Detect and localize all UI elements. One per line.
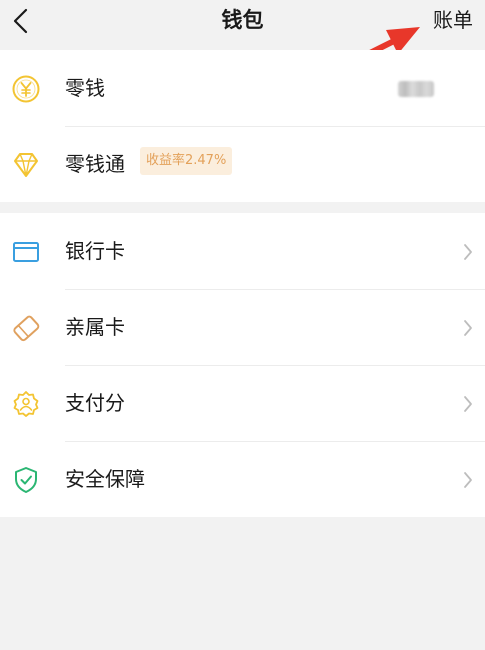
wallet-row-lingqiantong[interactable]: 零钱通: [0, 126, 485, 248]
family-card-label: 亲属卡: [65, 315, 125, 339]
pay-score-icon: [13, 391, 39, 417]
wallet-row-change[interactable]: 零钱: [0, 50, 485, 126]
diamond-icon: [14, 153, 38, 177]
lingqiantong-label: 零钱通: [65, 152, 125, 176]
list-item-bank-card[interactable]: 银行卡: [0, 213, 485, 289]
list-item-security[interactable]: 安全保障: [0, 441, 485, 517]
cards-services-section: 银行卡 亲属卡 支付分 安全保障: [0, 213, 485, 517]
change-label: 零钱: [65, 76, 105, 100]
list-item-pay-score[interactable]: 支付分: [0, 365, 485, 441]
blurred-balance: [398, 81, 434, 97]
chevron-right-icon: [464, 244, 472, 260]
yield-rate-badge: 收益率2.47%: [140, 147, 233, 175]
yuan-coin-icon: [12, 75, 40, 103]
top-nav-bar: 钱包 账单: [0, 0, 485, 48]
chevron-right-icon: [464, 396, 472, 412]
shield-check-icon: [15, 467, 37, 493]
bank-card-icon: [13, 242, 39, 262]
chevron-right-icon: [464, 472, 472, 488]
bank-card-label: 银行卡: [65, 239, 125, 263]
security-label: 安全保障: [65, 467, 145, 491]
page-title: 钱包: [221, 8, 264, 32]
bill-button[interactable]: 账单: [433, 5, 473, 35]
wallet-balance-section: 零钱 零钱通: [0, 50, 485, 248]
list-item-family-card[interactable]: 亲属卡: [0, 289, 485, 365]
chevron-right-icon: [464, 320, 472, 336]
pay-score-label: 支付分: [65, 391, 125, 415]
family-card-icon: [13, 315, 40, 342]
